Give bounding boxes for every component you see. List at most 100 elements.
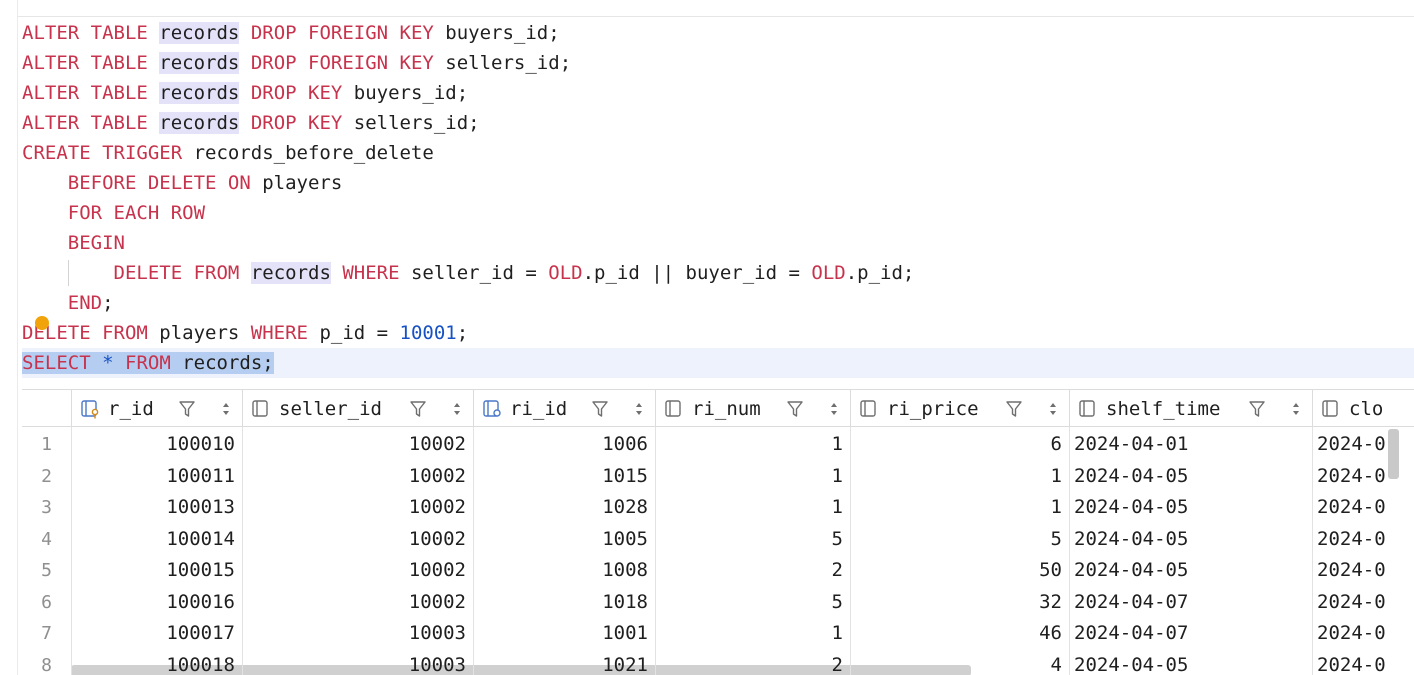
table-cell[interactable]: 100010 xyxy=(71,429,242,461)
table-cell[interactable]: 10002 xyxy=(242,587,473,619)
table-row[interactable]: 5 100015 10002 1008 2 50 2024-04-05 2024-0 xyxy=(22,555,1414,587)
table-cell[interactable]: 100015 xyxy=(71,555,242,587)
column-header-ri-num[interactable]: ri_num xyxy=(655,390,850,427)
table-cell[interactable]: 100011 xyxy=(71,461,242,493)
column-header-ri-id[interactable]: ri_id xyxy=(473,390,655,427)
table-cell[interactable]: 2024-0 xyxy=(1312,587,1414,619)
row-number[interactable]: 7 xyxy=(22,618,71,650)
sort-icon[interactable] xyxy=(1048,399,1058,419)
code-line[interactable]: ALTER TABLE records DROP KEY buyers_id; xyxy=(22,78,468,108)
table-cell[interactable]: 1 xyxy=(655,461,850,493)
table-cell[interactable]: 2024-04-05 xyxy=(1069,650,1312,675)
table-cell[interactable]: 10003 xyxy=(242,618,473,650)
table-cell[interactable]: 2024-04-07 xyxy=(1069,587,1312,619)
table-cell[interactable]: 2024-0 xyxy=(1312,650,1414,675)
row-number[interactable]: 4 xyxy=(22,524,71,556)
table-cell[interactable]: 1028 xyxy=(473,492,655,524)
table-cell[interactable]: 2024-04-07 xyxy=(1069,618,1312,650)
table-cell[interactable]: 2024-04-05 xyxy=(1069,524,1312,556)
table-cell[interactable]: 10002 xyxy=(242,555,473,587)
table-cell[interactable]: 1 xyxy=(655,618,850,650)
table-cell[interactable]: 2024-04-05 xyxy=(1069,492,1312,524)
table-cell[interactable]: 2024-0 xyxy=(1312,492,1414,524)
table-cell[interactable]: 1021 xyxy=(473,650,655,675)
filter-icon[interactable] xyxy=(1005,400,1023,418)
table-cell[interactable]: 1 xyxy=(850,461,1069,493)
table-cell[interactable]: 100016 xyxy=(71,587,242,619)
table-cell[interactable]: 2024-0 xyxy=(1312,429,1414,461)
code-line[interactable]: ALTER TABLE records DROP FOREIGN KEY sel… xyxy=(22,48,571,78)
table-cell[interactable]: 2024-0 xyxy=(1312,461,1414,493)
code-line[interactable]: FOR EACH ROW xyxy=(22,198,205,228)
table-cell[interactable]: 32 xyxy=(850,587,1069,619)
table-cell[interactable]: 100017 xyxy=(71,618,242,650)
table-cell[interactable]: 2024-04-05 xyxy=(1069,555,1312,587)
table-row[interactable]: 7 100017 10003 1001 1 46 2024-04-07 2024-0 xyxy=(22,618,1414,650)
table-cell[interactable]: 1 xyxy=(655,429,850,461)
table-row[interactable]: 4 100014 10002 1005 5 5 2024-04-05 2024-0 xyxy=(22,524,1414,556)
table-cell[interactable]: 1 xyxy=(655,492,850,524)
table-cell[interactable]: 2024-04-01 xyxy=(1069,429,1312,461)
table-cell[interactable]: 10002 xyxy=(242,429,473,461)
table-cell[interactable]: 2024-0 xyxy=(1312,524,1414,556)
table-cell[interactable]: 1018 xyxy=(473,587,655,619)
table-row[interactable]: 8 100018 10003 1021 2 4 2024-04-05 2024-0 xyxy=(22,650,1414,675)
sql-editor[interactable]: ALTER TABLE records DROP FOREIGN KEY buy… xyxy=(22,18,1414,380)
column-header-r-id[interactable]: r_id xyxy=(71,390,242,427)
table-row[interactable]: 2 100011 10002 1015 1 1 2024-04-05 2024-0 xyxy=(22,461,1414,493)
row-number[interactable]: 5 xyxy=(22,555,71,587)
table-cell[interactable]: 10002 xyxy=(242,492,473,524)
filter-icon[interactable] xyxy=(178,400,196,418)
row-number[interactable]: 1 xyxy=(22,429,71,461)
table-row[interactable]: 6 100016 10002 1018 5 32 2024-04-07 2024-0 xyxy=(22,587,1414,619)
filter-icon[interactable] xyxy=(409,400,427,418)
table-cell[interactable]: 1 xyxy=(850,492,1069,524)
table-cell[interactable]: 5 xyxy=(850,524,1069,556)
table-cell[interactable]: 1006 xyxy=(473,429,655,461)
row-number[interactable]: 6 xyxy=(22,587,71,619)
column-header-shelf-time[interactable]: shelf_time xyxy=(1069,390,1312,427)
code-line[interactable]: ALTER TABLE records DROP FOREIGN KEY buy… xyxy=(22,18,560,48)
row-number[interactable]: 3 xyxy=(22,492,71,524)
code-line[interactable]: SELECT * FROM records; xyxy=(22,348,274,378)
table-cell[interactable]: 6 xyxy=(850,429,1069,461)
table-cell[interactable]: 100013 xyxy=(71,492,242,524)
table-cell[interactable]: 1008 xyxy=(473,555,655,587)
table-cell[interactable]: 100018 xyxy=(71,650,242,675)
table-cell[interactable]: 10003 xyxy=(242,650,473,675)
table-row[interactable]: 3 100013 10002 1028 1 1 2024-04-05 2024-0 xyxy=(22,492,1414,524)
sort-icon[interactable] xyxy=(634,399,644,419)
table-cell[interactable]: 2024-0 xyxy=(1312,618,1414,650)
filter-icon[interactable] xyxy=(786,400,804,418)
code-line[interactable]: CREATE TRIGGER records_before_delete xyxy=(22,138,434,168)
column-header-clo[interactable]: clo xyxy=(1312,390,1414,427)
table-cell[interactable]: 1015 xyxy=(473,461,655,493)
table-cell[interactable]: 46 xyxy=(850,618,1069,650)
table-cell[interactable]: 2 xyxy=(655,555,850,587)
filter-icon[interactable] xyxy=(1248,400,1266,418)
table-cell[interactable]: 2024-0 xyxy=(1312,555,1414,587)
row-number[interactable]: 8 xyxy=(22,650,71,675)
code-line[interactable]: BEGIN xyxy=(22,228,125,258)
code-line[interactable]: BEFORE DELETE ON players xyxy=(22,168,343,198)
sort-icon[interactable] xyxy=(829,399,839,419)
table-cell[interactable]: 50 xyxy=(850,555,1069,587)
result-grid[interactable]: r_id seller_id ri_id ri_num ri_price shelf_ti… xyxy=(22,389,1414,675)
sort-icon[interactable] xyxy=(452,399,462,419)
table-cell[interactable]: 4 xyxy=(850,650,1069,675)
code-line[interactable]: DELETE FROM players WHERE p_id = 10001; xyxy=(22,318,468,348)
table-cell[interactable]: 10002 xyxy=(242,524,473,556)
table-cell[interactable]: 2 xyxy=(655,650,850,675)
code-line[interactable]: DELETE FROM records WHERE seller_id = OL… xyxy=(22,258,914,288)
table-cell[interactable]: 100014 xyxy=(71,524,242,556)
sort-icon[interactable] xyxy=(1291,399,1301,419)
table-cell[interactable]: 1005 xyxy=(473,524,655,556)
table-cell[interactable]: 5 xyxy=(655,524,850,556)
table-row[interactable]: 1 100010 10002 1006 1 6 2024-04-01 2024-0 xyxy=(22,429,1414,461)
table-cell[interactable]: 1001 xyxy=(473,618,655,650)
row-number[interactable]: 2 xyxy=(22,461,71,493)
filter-icon[interactable] xyxy=(591,400,609,418)
code-line[interactable]: ALTER TABLE records DROP KEY sellers_id; xyxy=(22,108,480,138)
sort-icon[interactable] xyxy=(221,399,231,419)
code-line[interactable]: END; xyxy=(22,288,114,318)
